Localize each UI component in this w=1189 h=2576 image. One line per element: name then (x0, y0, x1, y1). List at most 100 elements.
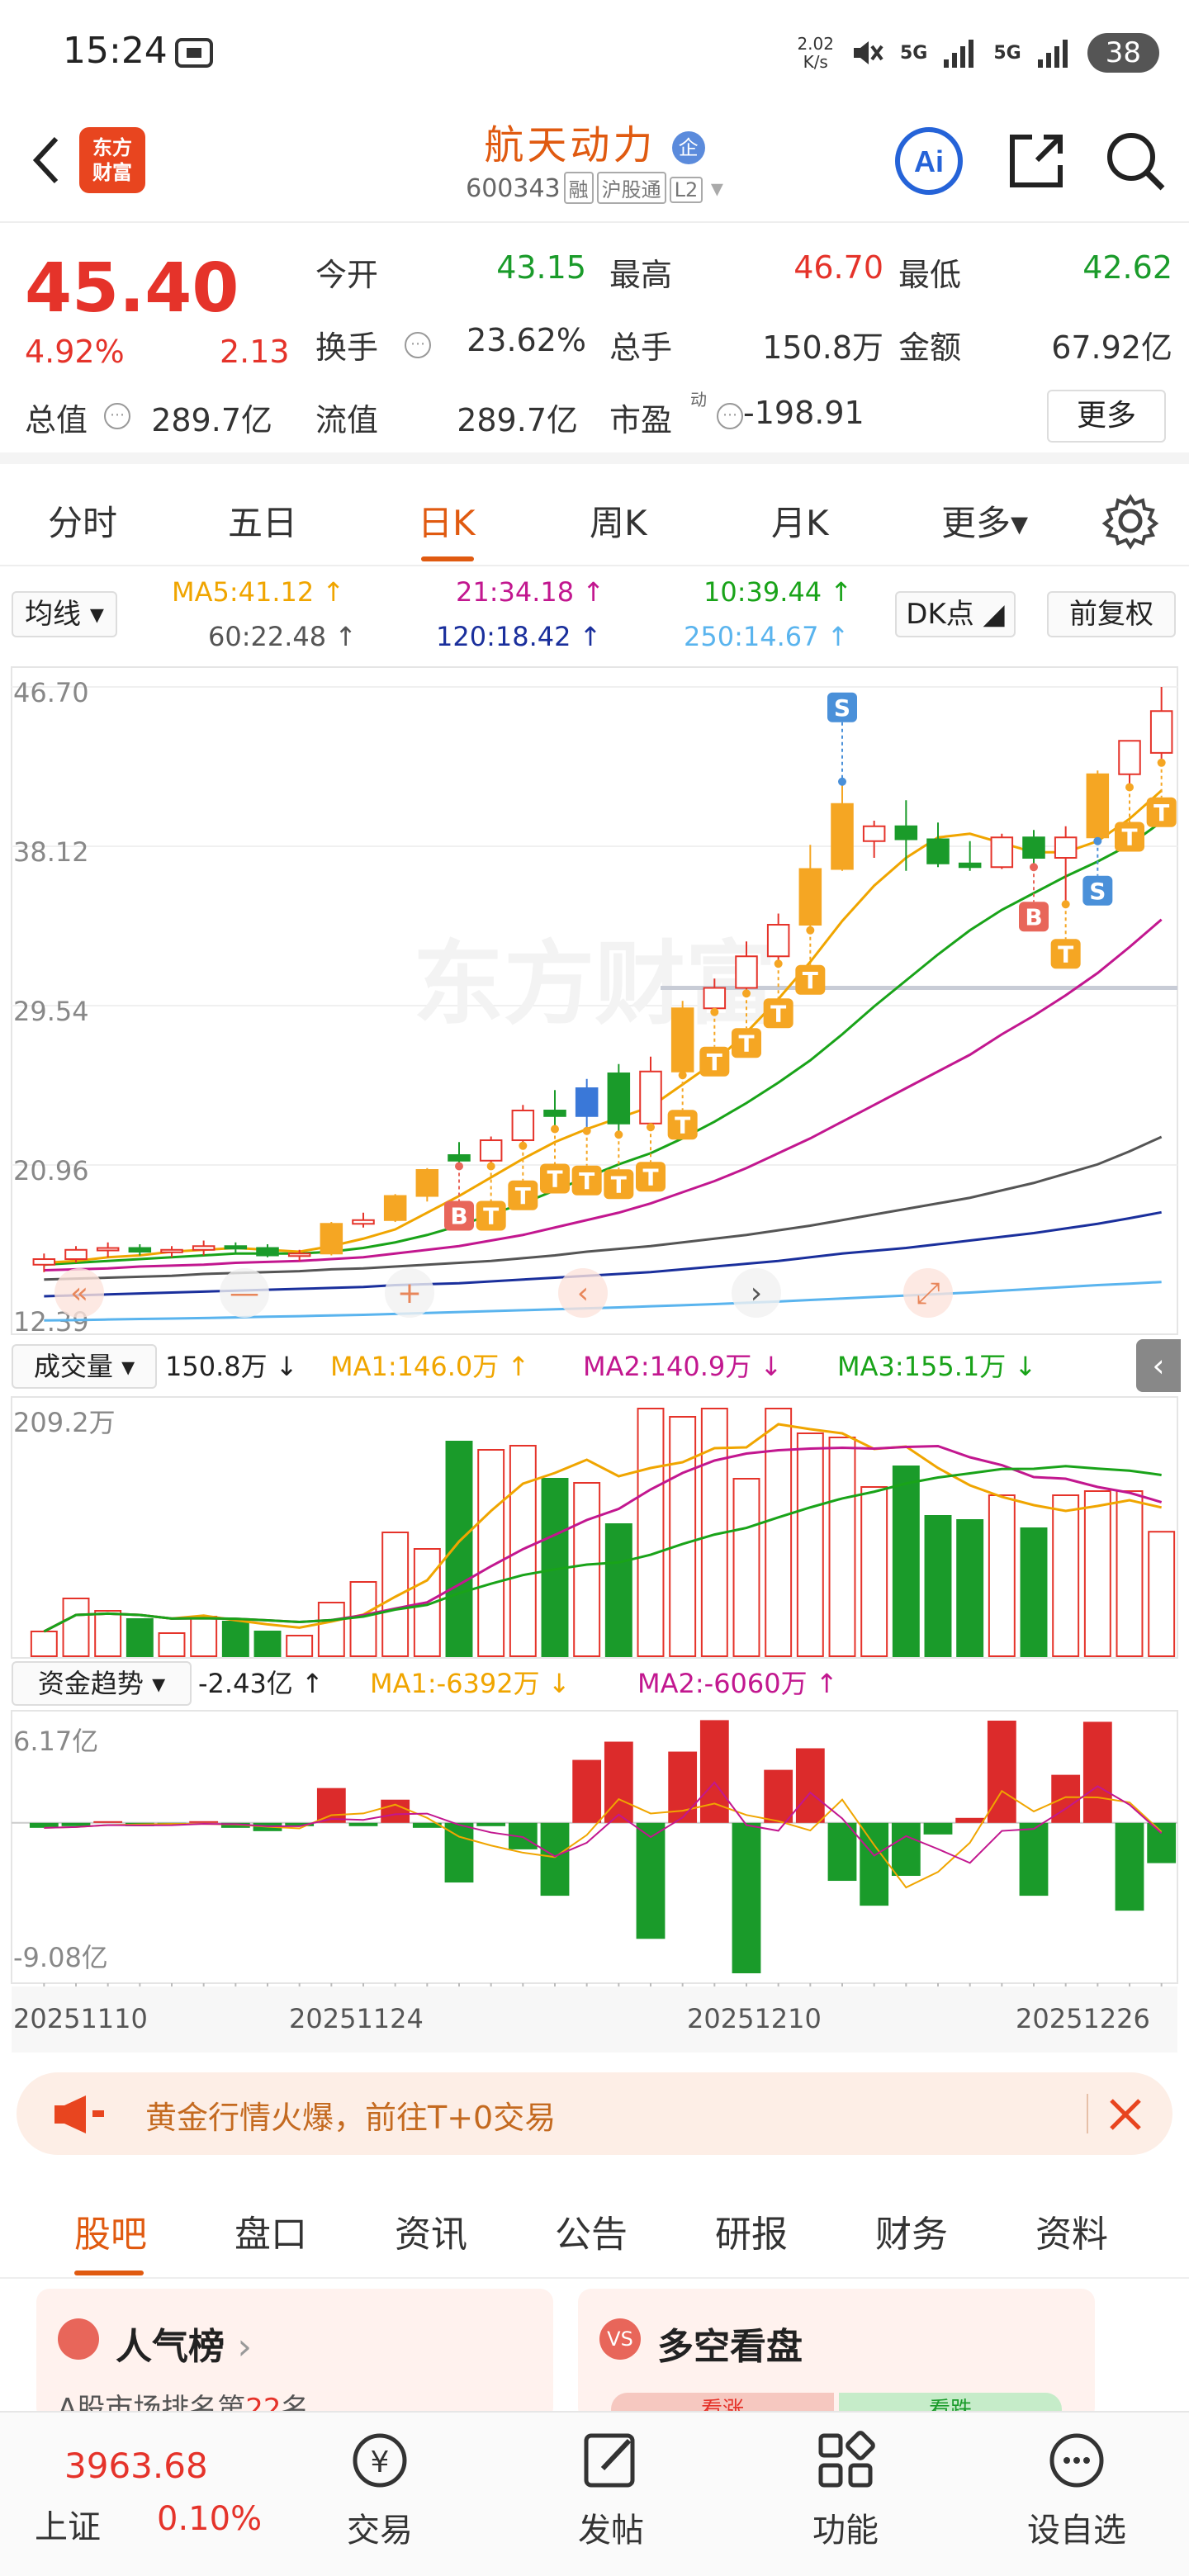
fund-bar (540, 1822, 570, 1896)
volume-bar (732, 1478, 760, 1657)
functions-label[interactable]: 功能 (763, 2503, 928, 2551)
ma60-line (44, 1135, 1163, 1281)
popularity-card[interactable]: 人气榜 › A股市场排名第22名 (36, 2289, 553, 2426)
content-tab[interactable]: 研报 (715, 2204, 788, 2257)
price-axis-label: 20.96 (13, 1155, 89, 1186)
quote-label: 换手 (315, 329, 379, 366)
ma-selector[interactable]: 均线 ▾ (12, 591, 117, 637)
volume-bar (1116, 1490, 1144, 1657)
content-tab[interactable]: 盘口 (234, 2204, 307, 2257)
bull-bear-card[interactable]: VS 多空看盘 看涨 看跌 (578, 2289, 1095, 2426)
signal-icon (944, 40, 974, 68)
volume-bar (509, 1445, 537, 1657)
info-icon[interactable]: ⋯ (405, 332, 431, 358)
fund-bar (316, 1788, 346, 1823)
candle-body (256, 1247, 279, 1257)
fund-bar (1147, 1822, 1177, 1863)
tab-period[interactable]: 月K (771, 495, 829, 546)
candle-body (128, 1247, 152, 1253)
banner-divider (1087, 2094, 1088, 2133)
tag-l2: L2 (669, 177, 703, 203)
signal-dot (614, 1130, 623, 1139)
info-icon[interactable]: ⋯ (717, 403, 743, 429)
signal-dot (774, 959, 783, 968)
tab-period[interactable]: 周K (590, 495, 647, 546)
ma10-line (44, 821, 1163, 1267)
signal-5g-label: 5G (899, 42, 928, 64)
trade-icon[interactable]: ¥ (347, 2427, 413, 2493)
fund-bar (572, 1759, 602, 1823)
ma5-value: MA5:41.12 ↑ (172, 576, 345, 608)
content-tab[interactable]: 公告 (555, 2204, 628, 2257)
volume-chart: 209.2万 (11, 1396, 1178, 1659)
quote-value: 23.62% (467, 322, 586, 358)
quote-label: 流值 (315, 402, 379, 438)
watchlist-label[interactable]: 设自选 (994, 2503, 1159, 2551)
close-icon[interactable] (1105, 2094, 1146, 2135)
watchlist-icon[interactable] (1044, 2427, 1110, 2493)
volume-bar (1052, 1494, 1080, 1657)
settings-gear-icon[interactable] (1101, 492, 1159, 550)
tag-connect: 沪股通 (596, 172, 666, 204)
date-axis-bg (12, 1986, 1177, 2053)
search-icon[interactable] (1098, 124, 1172, 198)
volume-bar (381, 1532, 410, 1657)
stock-header: 东方 财富 航天动力 企 600343 融沪股通 L2 ▾ Ai (0, 107, 1189, 223)
fund-bar (795, 1748, 825, 1823)
kline-chart[interactable]: 46.7038.1229.5420.9612.39东方财富B TTT T T TTTTT… (0, 661, 1189, 1338)
quote-value: 150.8万 (762, 329, 883, 366)
fund-bar (860, 1822, 889, 1906)
chart-nav-glyph: ‹ (577, 1276, 589, 1310)
status-bar: 15:24 2.02 K/s 5G 5G 38 (0, 0, 1189, 107)
trade-label[interactable]: 交易 (297, 2503, 462, 2551)
candle-body (511, 1110, 535, 1142)
promo-banner[interactable]: 黄金行情火爆，前往T+0交易 (17, 2072, 1172, 2155)
collapse-panel-button[interactable]: ‹ (1136, 1339, 1181, 1392)
fund-bar (764, 1769, 793, 1823)
candle-body (831, 803, 854, 870)
change-amount: 2.13 (220, 334, 290, 370)
content-tab[interactable]: 财务 (875, 2204, 948, 2257)
signal-label: T (1153, 799, 1169, 826)
quote-value: 42.62 (1082, 249, 1172, 286)
candle-body (862, 825, 886, 842)
quote-label: 总手 (609, 329, 673, 366)
candle-body (926, 838, 950, 864)
post-icon[interactable] (578, 2427, 644, 2493)
content-tab[interactable]: 资料 (1035, 2204, 1108, 2257)
candle-body (670, 1007, 694, 1073)
signal-label: T (1121, 824, 1137, 851)
candle-body (766, 924, 790, 958)
fund-ma2: MA2:-6060万 ↑ (637, 1668, 838, 1699)
volume-ma1: MA1:146.0万 ↑ (330, 1351, 530, 1382)
content-tab[interactable]: 股吧 (74, 2204, 147, 2257)
volume-selector[interactable]: 成交量 ▾ (12, 1344, 157, 1389)
status-time: 15:24 (63, 30, 168, 72)
signal-dot (678, 1071, 687, 1080)
tab-period[interactable]: 更多▾ (941, 495, 1028, 546)
ai-icon[interactable]: Ai (892, 124, 966, 198)
adjust-button[interactable]: 前复权 (1047, 591, 1176, 637)
candle-body (1118, 740, 1141, 775)
index-percent[interactable]: 0.10% (157, 2500, 262, 2538)
dk-point-button[interactable]: DK点 ◢ (895, 591, 1016, 637)
index-value[interactable]: 3963.68 (64, 2446, 208, 2486)
more-button[interactable]: 更多 (1047, 390, 1166, 443)
post-label[interactable]: 发帖 (528, 2503, 694, 2551)
volume-bar (637, 1408, 665, 1657)
fund-selector[interactable]: 资金趋势 ▾ (12, 1661, 192, 1706)
content-tab[interactable]: 资讯 (395, 2204, 467, 2257)
signal-label: T (579, 1167, 594, 1195)
stock-code: 600343 (466, 174, 561, 203)
tab-period[interactable]: 分时 (48, 495, 117, 546)
tab-period[interactable]: 日K (418, 495, 476, 546)
volume-bar (94, 1610, 122, 1657)
share-icon[interactable] (999, 124, 1073, 198)
quote-panel: 45.40 4.92% 2.13 今开 43.15 最高 46.70 最低 42.62 换手… (0, 225, 1189, 464)
signal-dot (551, 1125, 559, 1134)
svg-text:¥: ¥ (371, 2446, 390, 2479)
functions-icon[interactable] (812, 2427, 879, 2493)
tab-period[interactable]: 五日 (228, 495, 297, 546)
info-icon[interactable]: ⋯ (104, 403, 130, 429)
index-name[interactable]: 上证 (35, 2500, 101, 2548)
